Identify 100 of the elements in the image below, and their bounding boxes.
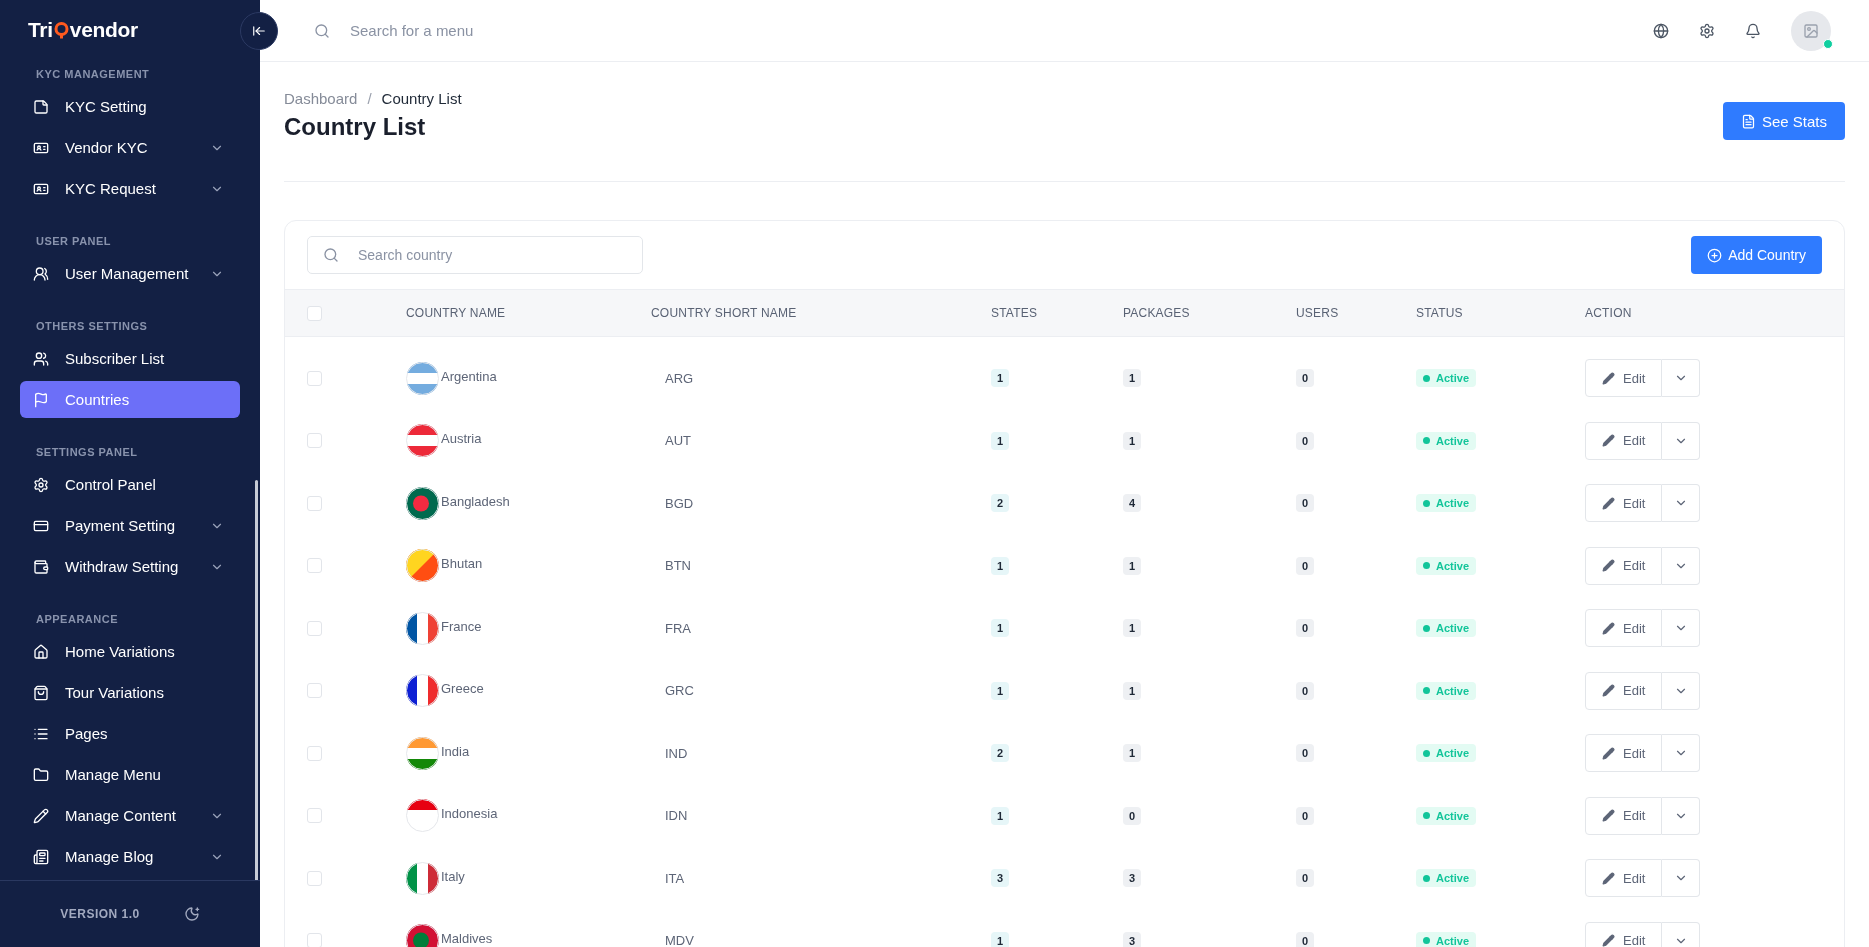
- sidebar-item[interactable]: KYC Setting: [20, 88, 240, 125]
- note-icon: [33, 98, 49, 115]
- wallet-icon: [33, 558, 49, 575]
- select-all-checkbox[interactable]: [307, 305, 322, 321]
- edit-button[interactable]: Edit: [1585, 421, 1663, 460]
- sidebar-item[interactable]: Subscriber List: [20, 340, 240, 377]
- country-code: GRC: [664, 683, 695, 699]
- settings-icon[interactable]: [1699, 22, 1715, 39]
- sidebar-item[interactable]: Manage Blog: [20, 838, 240, 875]
- dropdown-button[interactable]: [1662, 859, 1701, 898]
- dropdown-button[interactable]: [1662, 484, 1701, 523]
- pencil-icon: [1602, 746, 1615, 760]
- users-count: 0: [1296, 681, 1315, 700]
- collapse-sidebar-button[interactable]: [240, 12, 278, 50]
- country-code: BGD: [664, 495, 695, 511]
- users-count: 0: [1296, 494, 1315, 513]
- dropdown-button[interactable]: [1662, 734, 1701, 773]
- user-avatar[interactable]: [1791, 10, 1831, 51]
- scrollbar[interactable]: [255, 480, 258, 880]
- edit-button[interactable]: Edit: [1585, 921, 1663, 947]
- column-header: STATUS: [1416, 306, 1464, 320]
- sidebar-item[interactable]: Pages: [20, 715, 240, 752]
- column-header: COUNTRY NAME: [406, 306, 507, 320]
- states-count: 2: [991, 494, 1010, 513]
- packages-count: 0: [1123, 806, 1142, 825]
- version-label: VERSION 1.0: [60, 907, 140, 921]
- users-icon: [33, 265, 49, 282]
- edit-button[interactable]: Edit: [1585, 484, 1663, 523]
- dark-mode-button[interactable]: [183, 906, 200, 922]
- edit-button[interactable]: Edit: [1585, 359, 1663, 398]
- row-checkbox[interactable]: [307, 433, 322, 449]
- sidebar-item[interactable]: Home Variations: [20, 633, 240, 670]
- page-title: Country List: [284, 113, 427, 141]
- dropdown-button[interactable]: [1662, 609, 1701, 648]
- row-checkbox[interactable]: [307, 745, 322, 761]
- notification-bell-icon[interactable]: [1745, 22, 1761, 39]
- edit-button[interactable]: Edit: [1585, 546, 1663, 585]
- row-checkbox[interactable]: [307, 620, 322, 636]
- edit-button[interactable]: Edit: [1585, 671, 1663, 710]
- users-count: 0: [1296, 431, 1315, 450]
- row-checkbox[interactable]: [307, 495, 322, 511]
- packages-count: 1: [1123, 556, 1142, 575]
- image-icon: [1803, 22, 1819, 39]
- packages-count: 1: [1123, 681, 1142, 700]
- states-count: 2: [991, 744, 1010, 763]
- flag-icon: [406, 361, 439, 395]
- sidebar-item[interactable]: Tour Variations: [20, 674, 240, 711]
- search-icon: [314, 22, 330, 39]
- sidebar-item[interactable]: Manage Menu: [20, 756, 240, 793]
- sidebar-item[interactable]: User Management: [20, 255, 240, 292]
- sidebar-item[interactable]: Payment Setting: [20, 507, 240, 544]
- sidebar-item[interactable]: Vendor KYC: [20, 129, 240, 166]
- country-code: FRA: [664, 620, 692, 636]
- dropdown-button[interactable]: [1662, 359, 1701, 398]
- country-name: India: [441, 743, 470, 759]
- edit-button[interactable]: Edit: [1585, 859, 1663, 898]
- row-checkbox[interactable]: [307, 558, 322, 574]
- breadcrumb-link[interactable]: Dashboard: [284, 90, 358, 107]
- edit-button[interactable]: Edit: [1585, 609, 1663, 648]
- edit-button[interactable]: Edit: [1585, 734, 1663, 773]
- country-code: MDV: [664, 933, 695, 947]
- row-checkbox[interactable]: [307, 683, 322, 699]
- status-tag: Active: [1416, 494, 1477, 513]
- states-count: 1: [991, 556, 1010, 575]
- row-checkbox[interactable]: [307, 933, 322, 947]
- flag-icon: [33, 391, 49, 408]
- online-status-dot: [1823, 38, 1833, 49]
- dropdown-button[interactable]: [1662, 546, 1701, 585]
- packages-count: 1: [1123, 369, 1142, 388]
- see-stats-button[interactable]: See Stats: [1722, 102, 1845, 140]
- sidebar-item[interactable]: Countries: [20, 381, 240, 418]
- edit-button[interactable]: Edit: [1585, 796, 1663, 835]
- globe-icon[interactable]: [1653, 22, 1669, 39]
- flag-icon: [406, 674, 439, 708]
- row-checkbox[interactable]: [307, 370, 322, 386]
- column-header: ACTION: [1585, 306, 1633, 320]
- country-code: ITA: [664, 870, 686, 886]
- row-checkbox[interactable]: [307, 870, 322, 886]
- packages-count: 1: [1123, 744, 1142, 763]
- users-count: 0: [1296, 931, 1315, 947]
- row-checkbox[interactable]: [307, 808, 322, 824]
- sidebar-item[interactable]: Manage Content: [20, 797, 240, 834]
- newspaper-icon: [33, 848, 49, 865]
- dropdown-button[interactable]: [1662, 796, 1701, 835]
- sidebar-item[interactable]: KYC Request: [20, 170, 240, 207]
- country-name: Maldives: [441, 931, 493, 947]
- packages-count: 1: [1123, 619, 1142, 638]
- states-count: 1: [991, 619, 1010, 638]
- column-header: STATES: [991, 306, 1039, 320]
- dropdown-button[interactable]: [1662, 421, 1701, 460]
- users-count: 0: [1296, 806, 1315, 825]
- sidebar-item[interactable]: Withdraw Setting: [20, 548, 240, 585]
- dropdown-button[interactable]: [1662, 671, 1701, 710]
- dropdown-button[interactable]: [1662, 921, 1701, 947]
- country-name: Argentina: [441, 368, 497, 384]
- country-search-field[interactable]: Search country: [307, 236, 643, 274]
- add-country-button[interactable]: Add Country: [1691, 236, 1822, 274]
- status-tag: Active: [1416, 431, 1477, 450]
- sidebar-item[interactable]: Control Panel: [20, 466, 240, 503]
- status-tag: Active: [1416, 744, 1477, 763]
